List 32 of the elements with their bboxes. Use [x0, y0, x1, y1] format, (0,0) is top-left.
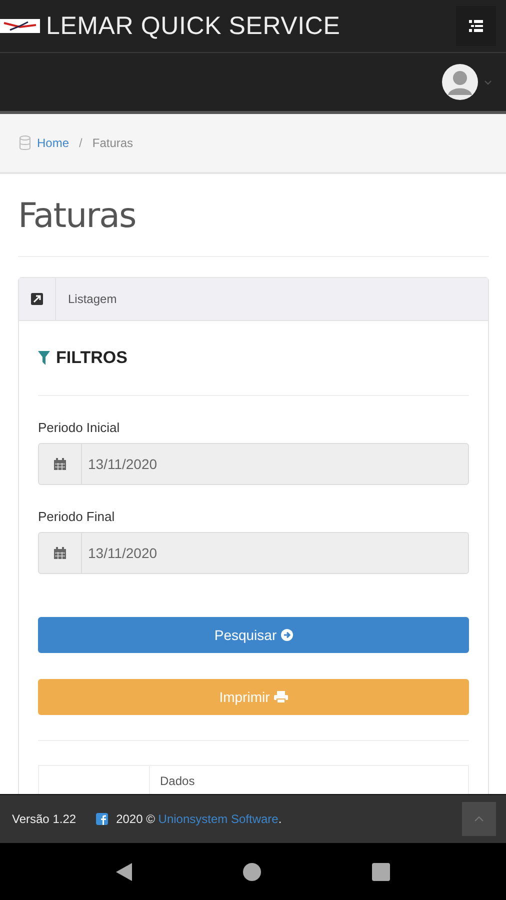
- facebook-icon[interactable]: [96, 813, 108, 825]
- menu-button[interactable]: [456, 6, 496, 46]
- recents-icon[interactable]: [372, 862, 390, 880]
- action-button[interactable]: Imprimir: [38, 679, 469, 715]
- date-field[interactable]: 13/11/2020: [38, 532, 469, 574]
- home-icon[interactable]: [242, 862, 261, 880]
- printer-icon: [274, 691, 288, 703]
- caret-up-icon: [474, 816, 484, 822]
- filters-title: FILTROS: [56, 348, 128, 368]
- brand-title: LEMAR QUICK SERVICE: [46, 12, 342, 40]
- arrow-circle-icon: [280, 629, 293, 641]
- page-title: Faturas: [18, 196, 137, 236]
- field-label: Periodo Inicial: [38, 420, 121, 435]
- company-link[interactable]: Unionsystem Software: [158, 812, 278, 826]
- date-field[interactable]: 13/11/2020: [38, 443, 469, 485]
- table-header: Dados: [159, 773, 196, 790]
- database-icon: [19, 135, 31, 151]
- logo-icon: [0, 19, 40, 33]
- copyright-text: 2020 © Unionsystem Software.: [116, 812, 283, 826]
- version-text: Versão 1.22: [12, 812, 76, 826]
- breadcrumb-separator: /: [79, 136, 82, 150]
- current-page-text: Faturas: [92, 136, 134, 150]
- back-icon[interactable]: [116, 862, 132, 880]
- panel-tab[interactable]: Listagem: [55, 278, 117, 320]
- filter-icon: [38, 351, 50, 365]
- calendar-icon: [53, 546, 67, 560]
- calendar-icon: [53, 457, 67, 471]
- avatar-icon[interactable]: [442, 64, 478, 100]
- action-button[interactable]: Pesquisar: [38, 617, 469, 653]
- field-label: Periodo Final: [38, 509, 116, 524]
- breadcrumb-link[interactable]: Home: [37, 136, 70, 150]
- list-icon: [468, 18, 484, 34]
